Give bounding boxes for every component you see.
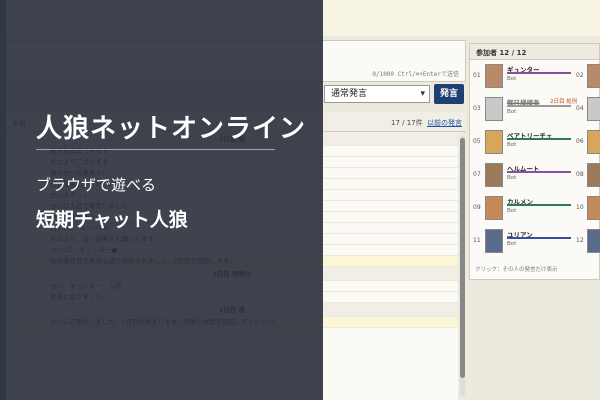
log-scroll-thumb[interactable] <box>460 138 465 378</box>
char-count: 0/1000 Ctrl/⌘+Enterで送信 <box>372 71 459 78</box>
title-overlay: 人狼ネットオンライン ブラウザで遊べる 短期チャット人狼 <box>0 0 323 400</box>
participant-avatar[interactable] <box>587 163 600 187</box>
participant-row[interactable]: 07 ヘルムート Bot 08 <box>470 159 600 192</box>
participant-avatar[interactable] <box>485 64 503 88</box>
participant-number: 02 <box>576 72 584 79</box>
participant-number: 09 <box>473 204 481 211</box>
log-scrollbar[interactable] <box>460 136 465 396</box>
participant-number: 08 <box>576 171 584 178</box>
participant-avatar[interactable] <box>587 196 600 220</box>
participants-header: 参加者 12 / 12 <box>470 44 599 60</box>
participant-role: Bot <box>507 175 517 181</box>
participant-avatar[interactable] <box>587 229 600 253</box>
participant-color-bar <box>507 105 571 107</box>
participants-list: 01 ギュンター Bot 02 03 御日様様者 2日目 処刑 Bot 04 05 ベアトリーチェ B… <box>470 60 600 258</box>
participant-color-bar <box>507 237 571 239</box>
participant-status: 2日目 処刑 <box>550 99 578 105</box>
participant-role: Bot <box>507 142 517 148</box>
participant-color-bar <box>507 138 571 140</box>
log-count: 17 / 17件 <box>391 119 423 127</box>
speak-button[interactable]: 発言 <box>434 84 464 104</box>
participant-avatar[interactable] <box>485 97 503 121</box>
speech-mode-select[interactable]: 通常発言 <box>324 85 430 103</box>
participant-avatar[interactable] <box>485 163 503 187</box>
participant-number: 05 <box>473 138 481 145</box>
participant-number: 04 <box>576 105 584 112</box>
participant-role: Bot <box>507 241 517 247</box>
participant-row[interactable]: 03 御日様様者 2日目 処刑 Bot 04 <box>470 93 600 126</box>
subtitle-browser: ブラウザで遊べる <box>36 176 157 194</box>
participant-number: 12 <box>576 237 584 244</box>
participant-color-bar <box>507 72 571 74</box>
participants-hint: クリック：その人の発言だけ表示 <box>475 267 558 273</box>
participant-avatar[interactable] <box>587 97 600 121</box>
participant-role: Bot <box>507 208 517 214</box>
older-messages-link[interactable]: 以前の発言 <box>427 118 462 128</box>
participant-avatar[interactable] <box>587 130 600 154</box>
participant-number: 06 <box>576 138 584 145</box>
participant-number: 07 <box>473 171 481 178</box>
participant-avatar[interactable] <box>485 130 503 154</box>
participant-row[interactable]: 11 ユリアン Bot 12 <box>470 225 600 258</box>
participant-color-bar <box>507 171 571 173</box>
participant-row[interactable]: 05 ベアトリーチェ Bot 06 <box>470 126 600 159</box>
participant-color-bar <box>507 204 571 206</box>
participant-role: Bot <box>507 109 517 115</box>
participant-number: 10 <box>576 204 584 211</box>
participants-panel: 参加者 12 / 12 01 ギュンター Bot 02 03 御日様様者 2日目 処刑 Bot… <box>469 43 600 280</box>
participant-number: 11 <box>473 237 481 244</box>
page-title: 人狼ネットオンライン <box>36 114 307 144</box>
title-divider <box>36 149 275 150</box>
participant-avatar[interactable] <box>485 229 503 253</box>
participant-row[interactable]: 09 カルメン Bot 10 <box>470 192 600 225</box>
participant-number: 03 <box>473 105 481 112</box>
participant-avatar[interactable] <box>587 64 600 88</box>
participant-avatar[interactable] <box>485 196 503 220</box>
participant-role: Bot <box>507 76 517 82</box>
subtitle-short-chat: 短期チャット人狼 <box>36 209 188 231</box>
participant-row[interactable]: 01 ギュンター Bot 02 <box>470 60 600 93</box>
participant-number: 01 <box>473 72 481 79</box>
